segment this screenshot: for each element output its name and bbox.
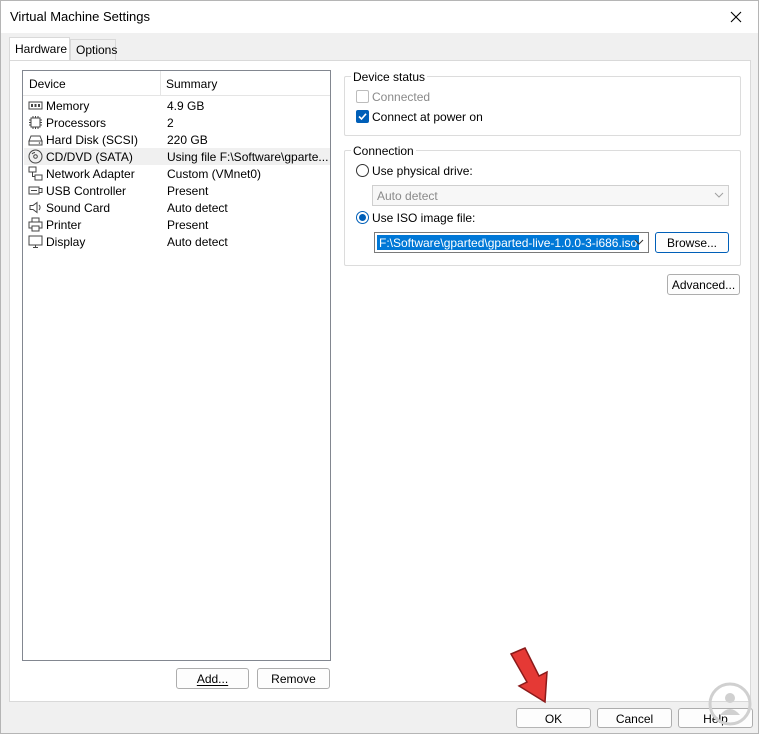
device-name: USB Controller [46,184,127,198]
chevron-down-icon[interactable] [634,238,644,246]
browse-button-label: Browse... [666,236,717,250]
printer-icon [28,217,43,232]
device-summary: 220 GB [167,133,208,147]
device-summary: Auto detect [167,201,228,215]
remove-button-label: Remove [271,672,316,686]
device-name: Processors [46,116,107,130]
physical-drive-select[interactable]: Auto detect [372,185,729,206]
device-row-memory[interactable]: Memory 4.9 GB [24,97,330,114]
device-summary: Present [167,218,209,232]
device-name: Sound Card [46,201,111,215]
connect-at-power-on-label: Connect at power on [372,110,483,124]
device-name: Printer [46,218,82,232]
watermark-logo-icon [708,682,752,726]
advanced-button-label: Advanced... [671,278,736,292]
device-status-title: Device status [351,70,428,84]
device-list[interactable]: Device Summary Memory 4.9 GB Processors … [22,70,331,661]
device-name: Network Adapter [46,167,135,181]
chevron-down-icon [714,192,724,198]
physical-drive-radio[interactable] [356,164,369,177]
memory-icon [28,101,43,110]
connected-checkbox[interactable] [356,90,369,103]
speaker-icon [29,201,41,214]
connect-at-power-on-checkbox[interactable] [356,110,369,123]
dialog-window: Virtual Machine Settings Hardware Option… [0,0,759,734]
device-name: CD/DVD (SATA) [46,150,133,164]
iso-image-radio[interactable] [356,211,369,224]
window-title: Virtual Machine Settings [10,9,150,24]
ok-button-label: OK [544,712,563,726]
physical-drive-label: Use physical drive: [372,164,473,178]
close-icon [730,11,742,23]
device-summary: 2 [167,116,174,130]
display-icon [28,235,43,248]
hardware-tab-panel: Device Summary Memory 4.9 GB Processors … [9,60,751,702]
tab-hardware-label: Hardware [15,42,68,56]
device-row-printer[interactable]: Printer Present [24,216,330,233]
checkmark-icon [358,113,367,121]
device-row-usb-controller[interactable]: USB Controller Present [24,182,330,199]
advanced-button[interactable]: Advanced... [667,274,740,295]
device-name: Display [46,235,86,249]
tab-strip: Hardware Options [9,37,749,61]
iso-image-label: Use ISO image file: [372,211,476,225]
network-adapter-icon [28,166,43,181]
device-row-cd-dvd[interactable]: CD/DVD (SATA) Using file F:\Software\gpa… [24,148,330,165]
annotation-arrow-icon [509,647,548,704]
column-header-summary[interactable]: Summary [166,77,217,91]
list-header: Device Summary [23,71,330,96]
connected-label: Connected [372,90,431,104]
connection-group: Connection Use physical drive: Auto dete… [344,144,741,266]
physical-drive-value: Auto detect [377,189,438,203]
device-summary: Custom (VMnet0) [167,167,262,181]
device-row-hard-disk[interactable]: Hard Disk (SCSI) 220 GB [24,131,330,148]
tab-options-label: Options [76,43,118,57]
usb-icon [28,186,43,195]
device-summary: 4.9 GB [167,99,205,113]
cancel-button-label: Cancel [615,712,654,726]
column-divider[interactable] [160,71,161,96]
add-button-label: Add... [196,672,229,686]
device-row-sound-card[interactable]: Sound Card Auto detect [24,199,330,216]
device-row-network-adapter[interactable]: Network Adapter Custom (VMnet0) [24,165,330,182]
device-summary: Using file F:\Software\gparte... [167,150,329,164]
processor-icon [29,116,42,129]
device-row-processors[interactable]: Processors 2 [24,114,330,131]
close-button[interactable] [714,1,758,33]
browse-button[interactable]: Browse... [655,232,729,253]
cancel-button[interactable]: Cancel [597,708,672,728]
column-header-device[interactable]: Device [29,77,66,91]
tab-options[interactable]: Options [70,39,118,61]
ok-button[interactable]: OK [516,708,591,728]
hard-disk-icon [28,135,43,146]
title-bar: Virtual Machine Settings [1,1,758,33]
device-name: Memory [46,99,90,113]
iso-image-path-value[interactable]: F:\Software\gparted\gparted-live-1.0.0-3… [377,235,640,250]
device-summary: Present [167,184,209,198]
device-status-group: Device status Connected Connect at power… [344,70,741,136]
cd-dvd-icon [28,149,43,164]
tab-hardware[interactable]: Hardware [9,37,70,60]
connection-title: Connection [351,144,416,158]
iso-image-path-combo[interactable]: F:\Software\gparted\gparted-live-1.0.0-3… [374,232,649,253]
remove-button[interactable]: Remove [257,668,330,689]
device-summary: Auto detect [167,235,228,249]
add-button[interactable]: Add... [176,668,249,689]
device-name: Hard Disk (SCSI) [46,133,139,147]
device-row-display[interactable]: Display Auto detect [24,233,330,250]
